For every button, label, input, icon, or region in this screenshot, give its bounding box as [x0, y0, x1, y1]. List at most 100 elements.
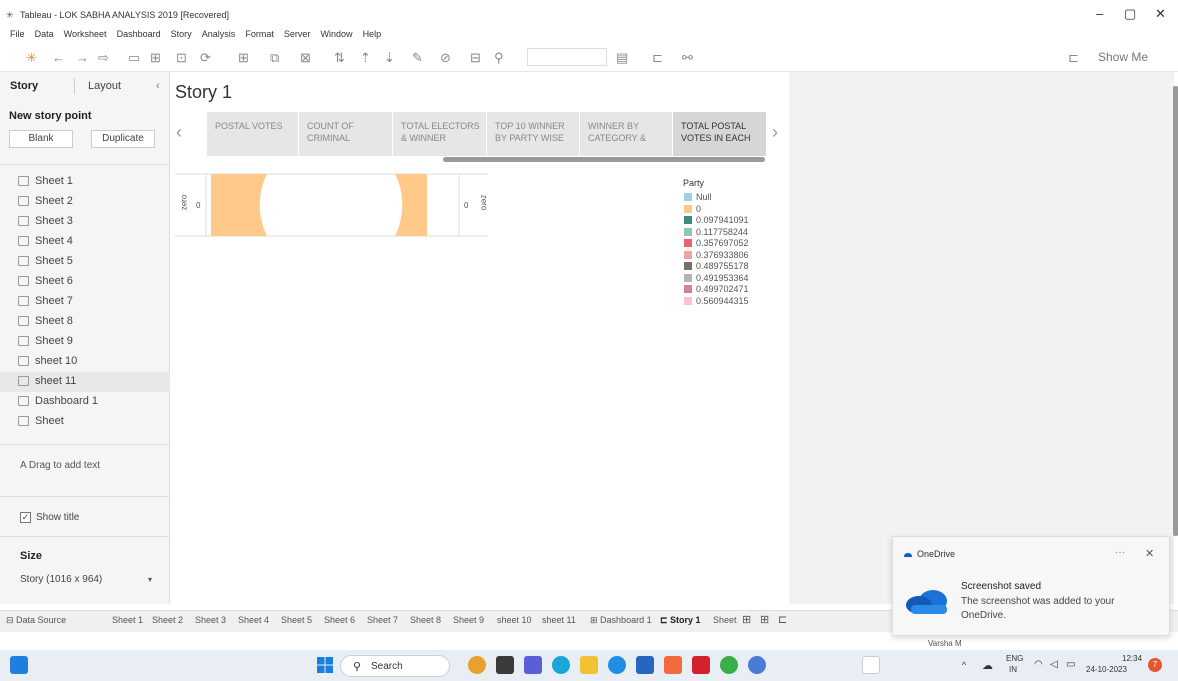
- sheet-item[interactable]: Sheet 8: [0, 312, 170, 332]
- tab-sheet-5[interactable]: Sheet 5: [281, 615, 312, 625]
- tab-sheet-10[interactable]: sheet 10: [497, 615, 532, 625]
- menu-story[interactable]: Story: [171, 29, 192, 39]
- new-data-source-icon[interactable]: ⊞: [150, 50, 161, 66]
- size-dropdown[interactable]: Story (1016 x 964): [20, 574, 102, 585]
- labels-icon[interactable]: ⊟: [470, 50, 481, 66]
- tab-story-1[interactable]: ⊏ Story 1: [660, 615, 701, 626]
- clock-time[interactable]: 12:34: [1122, 654, 1142, 663]
- sheet-item[interactable]: Sheet 3: [0, 212, 170, 232]
- sort-ascending-icon[interactable]: ⇡: [360, 50, 371, 66]
- tab-dashboard-1[interactable]: ⊞ Dashboard 1: [590, 615, 652, 626]
- onedrive-tray-icon[interactable]: ☁: [982, 659, 993, 672]
- highlight-icon[interactable]: ✎: [412, 50, 423, 66]
- taskbar-search[interactable]: ⚲ Search: [340, 655, 450, 677]
- sheet-item[interactable]: Sheet 7: [0, 292, 170, 312]
- collapse-panel-icon[interactable]: ‹: [156, 80, 160, 92]
- menu-window[interactable]: Window: [320, 29, 352, 39]
- menu-dashboard[interactable]: Dashboard: [117, 29, 161, 39]
- run-update-icon[interactable]: ⟳: [200, 50, 211, 66]
- sheet-item[interactable]: sheet 11: [0, 372, 170, 392]
- sheet-item[interactable]: Sheet: [0, 412, 170, 432]
- start-menu-icon[interactable]: [316, 656, 334, 674]
- fit-dropdown[interactable]: [527, 48, 607, 66]
- clock-date[interactable]: 24-10-2023: [1086, 665, 1127, 674]
- menu-worksheet[interactable]: Worksheet: [64, 29, 107, 39]
- share-icon[interactable]: ⚯: [682, 50, 693, 66]
- next-story-point-icon[interactable]: ›: [772, 122, 778, 143]
- menu-file[interactable]: File: [10, 29, 25, 39]
- new-dashboard-tab-icon[interactable]: ⊞: [760, 613, 769, 626]
- menu-data[interactable]: Data: [35, 29, 54, 39]
- sheet-item[interactable]: Sheet 4: [0, 232, 170, 252]
- group-icon[interactable]: ⊘: [440, 50, 451, 66]
- sheet-item[interactable]: Sheet 9: [0, 332, 170, 352]
- onedrive-notification[interactable]: OneDrive ··· ✕ Screenshot saved The scre…: [892, 536, 1170, 636]
- app-icon[interactable]: [748, 656, 766, 674]
- tableau-logo-icon[interactable]: ✳: [26, 50, 37, 66]
- story-point-1[interactable]: POSTAL VOTES: [207, 112, 298, 156]
- sheet-item[interactable]: Sheet 6: [0, 272, 170, 292]
- tab-sheet[interactable]: Sheet: [713, 615, 737, 625]
- tab-sheet-3[interactable]: Sheet 3: [195, 615, 226, 625]
- duplicate-sheet-icon[interactable]: ⧉: [270, 50, 279, 66]
- maximize-button[interactable]: ▢: [1124, 6, 1136, 22]
- tab-sheet-11[interactable]: sheet 11: [542, 615, 576, 625]
- tab-sheet-6[interactable]: Sheet 6: [324, 615, 355, 625]
- story-points-scrollbar[interactable]: [443, 157, 765, 162]
- story-point-3[interactable]: TOTAL ELECTORS & WINNER: [393, 112, 486, 156]
- language-bottom[interactable]: IN: [1009, 665, 1017, 674]
- tab-layout[interactable]: Layout: [88, 80, 121, 92]
- wifi-icon[interactable]: ◠: [1034, 659, 1043, 670]
- sheet-item[interactable]: sheet 10: [0, 352, 170, 372]
- undo-icon[interactable]: ←: [52, 50, 65, 65]
- tab-sheet-9[interactable]: Sheet 9: [453, 615, 484, 625]
- drag-to-add-text[interactable]: A Drag to add text: [20, 460, 100, 471]
- chevron-down-icon[interactable]: ▾: [148, 575, 152, 584]
- battery-icon[interactable]: ▭: [1066, 659, 1075, 670]
- tab-sheet-8[interactable]: Sheet 8: [410, 615, 441, 625]
- chrome-icon[interactable]: [720, 656, 738, 674]
- volume-icon[interactable]: ◁: [1050, 659, 1058, 670]
- tab-sheet-7[interactable]: Sheet 7: [367, 615, 398, 625]
- tab-sheet-4[interactable]: Sheet 4: [238, 615, 269, 625]
- tableau-taskbar-icon[interactable]: [862, 656, 880, 674]
- story-point-6[interactable]: TOTAL POSTAL VOTES IN EACH: [673, 112, 766, 156]
- store-icon[interactable]: [636, 656, 654, 674]
- clear-sheet-icon[interactable]: ⊠: [300, 50, 311, 66]
- new-story-tab-icon[interactable]: ⊏: [778, 613, 787, 626]
- office-icon[interactable]: [664, 656, 682, 674]
- minimize-button[interactable]: –: [1096, 6, 1103, 21]
- duplicate-button[interactable]: Duplicate: [91, 130, 155, 148]
- story-point-5[interactable]: WINNER BY CATEGORY &: [580, 112, 672, 156]
- show-title-checkbox[interactable]: ✓: [20, 512, 31, 523]
- tab-sheet-1[interactable]: Sheet 1: [112, 615, 143, 625]
- vertical-scrollbar[interactable]: [1173, 86, 1178, 536]
- menu-format[interactable]: Format: [245, 29, 274, 39]
- sheet-item[interactable]: Sheet 5: [0, 252, 170, 272]
- save-icon[interactable]: ▭: [128, 50, 140, 66]
- story-title[interactable]: Story 1: [175, 82, 232, 103]
- menu-server[interactable]: Server: [284, 29, 311, 39]
- pause-updates-icon[interactable]: ⊡: [176, 50, 187, 66]
- menu-analysis[interactable]: Analysis: [202, 29, 236, 39]
- notification-badge[interactable]: 7: [1148, 658, 1162, 672]
- new-worksheet-tab-icon[interactable]: ⊞: [742, 613, 751, 626]
- redo-dropdown-icon[interactable]: ⇨: [98, 50, 109, 66]
- swap-icon[interactable]: ⇅: [334, 50, 345, 66]
- new-worksheet-icon[interactable]: ⊞: [238, 50, 249, 66]
- blank-button[interactable]: Blank: [9, 130, 73, 148]
- tab-sheet-2[interactable]: Sheet 2: [152, 615, 183, 625]
- tooltip-icon[interactable]: ⊏: [1068, 50, 1079, 66]
- menu-help[interactable]: Help: [363, 29, 382, 39]
- sheet-item[interactable]: Sheet 1: [0, 172, 170, 192]
- widgets-icon[interactable]: [10, 656, 28, 674]
- sheet-item[interactable]: Sheet 2: [0, 192, 170, 212]
- more-options-icon[interactable]: ···: [1115, 547, 1125, 558]
- task-view-icon[interactable]: [496, 656, 514, 674]
- fit-icon[interactable]: ▤: [616, 50, 628, 66]
- tab-data-source[interactable]: ⊟ Data Source: [6, 615, 66, 626]
- file-explorer-icon[interactable]: [580, 656, 598, 674]
- redo-icon[interactable]: →: [76, 50, 89, 65]
- story-point-2[interactable]: COUNT OF CRIMINAL: [299, 112, 392, 156]
- teams-icon[interactable]: [524, 656, 542, 674]
